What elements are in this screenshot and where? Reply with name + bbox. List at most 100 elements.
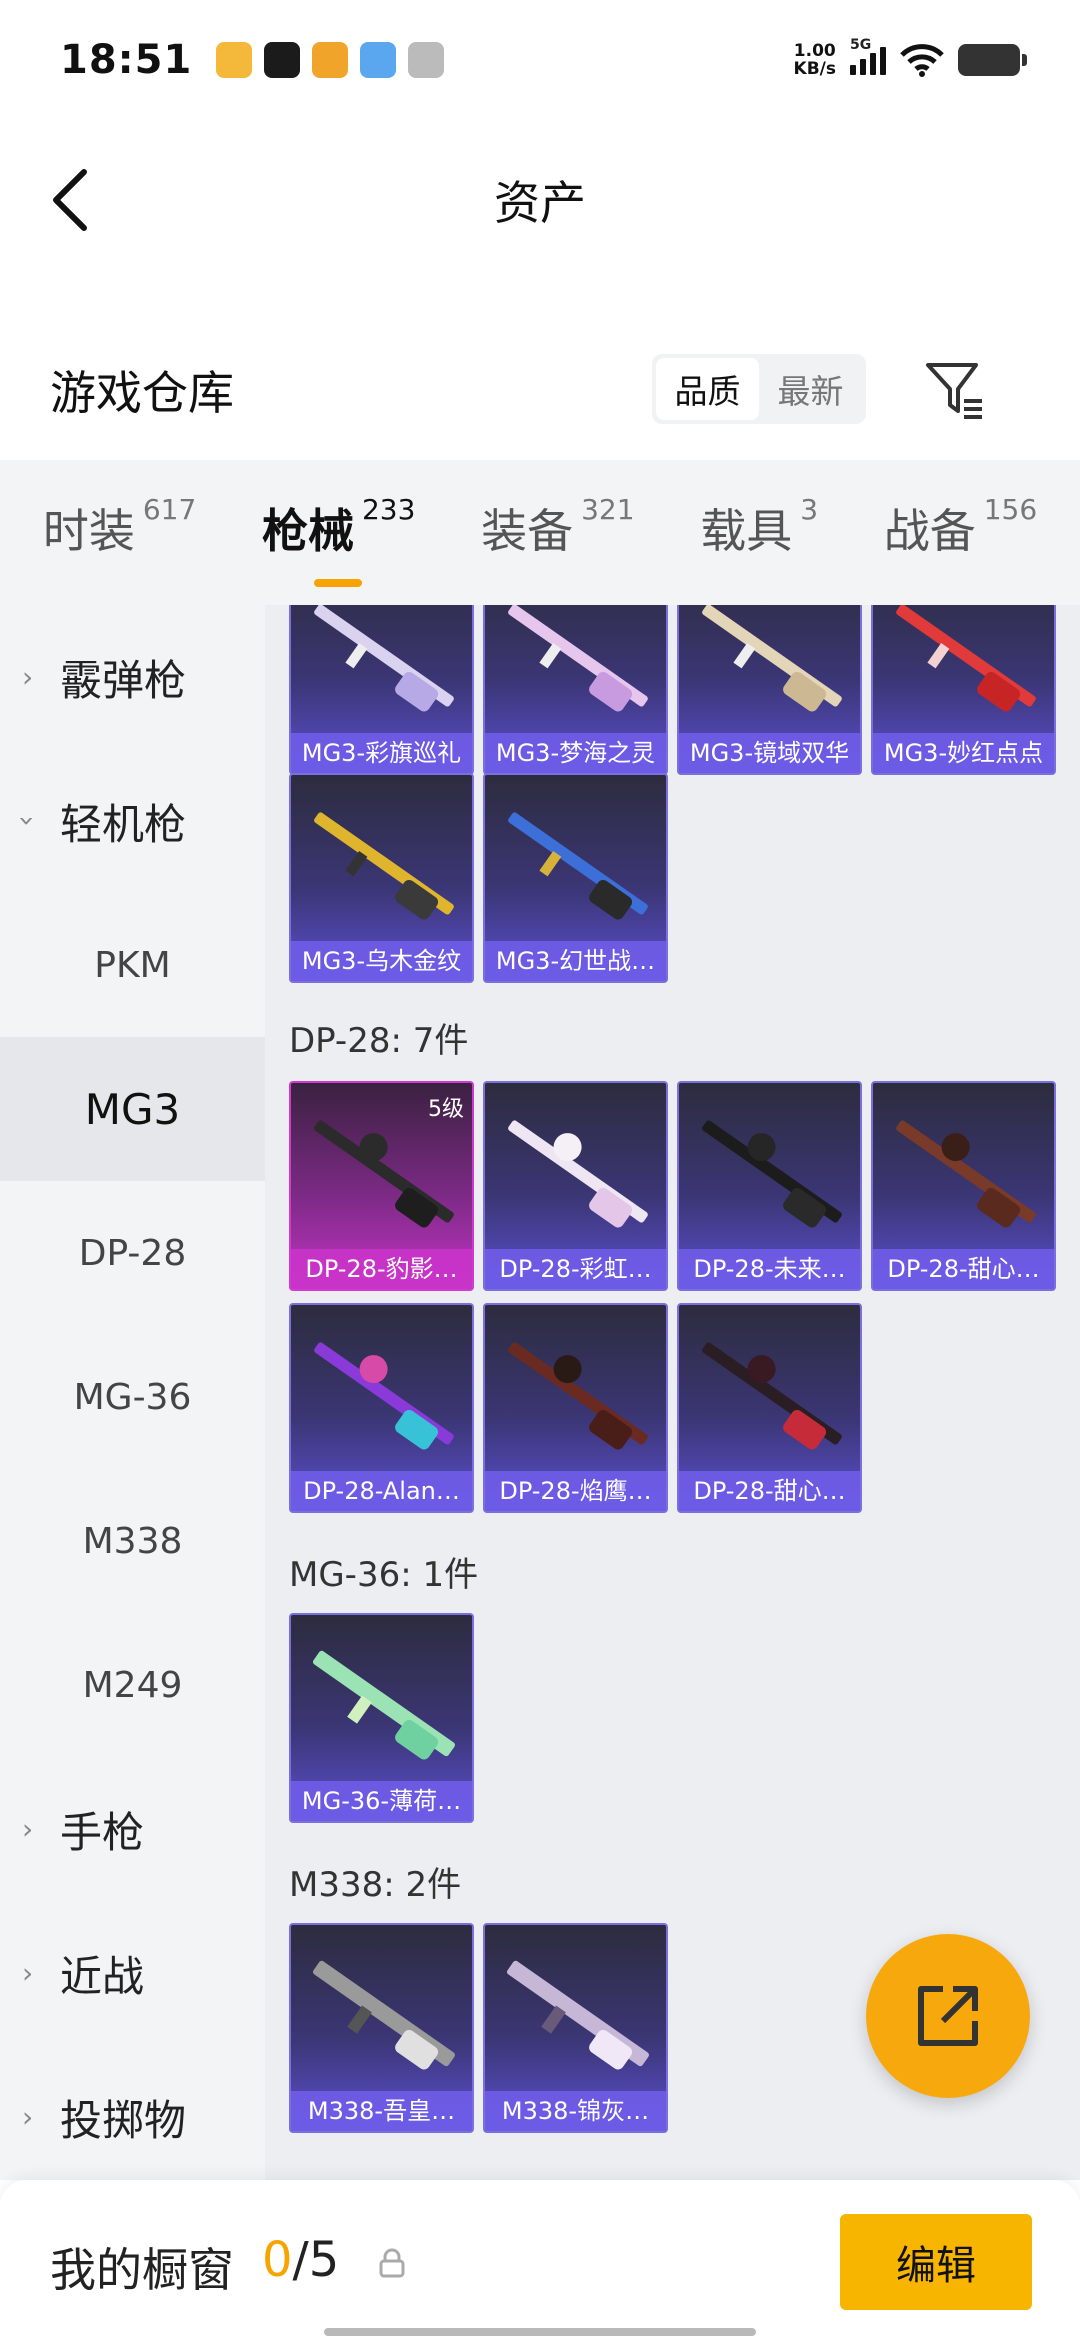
tab-count: 3 <box>800 492 819 526</box>
sidebar-item-pkm[interactable]: PKM <box>0 893 265 1037</box>
weapon-card[interactable]: MG3-乌木金纹 <box>289 773 474 983</box>
sidebar-item-pistol[interactable]: › 手枪 <box>0 1757 265 1901</box>
weapon-name: DP-28-焰鹰… <box>485 1471 666 1511</box>
sidebar-item-m338[interactable]: M338 <box>0 1469 265 1613</box>
weapon-card[interactable]: M338-吾皇… <box>289 1923 474 2133</box>
sidebar-item-label: MG-36 <box>73 1376 192 1418</box>
gun-skin-icon <box>896 605 1036 712</box>
weapon-card[interactable]: M338-锦灰… <box>483 1923 668 2133</box>
sidebar-item-label: 近战 <box>60 1951 145 2001</box>
sidebar-item-shotgun[interactable]: › 霰弹枪 <box>0 605 265 749</box>
weapon-name: MG3-梦海之灵 <box>485 733 666 773</box>
weapon-name: MG3-彩旗巡礼 <box>291 733 472 773</box>
sidebar-item-label: M249 <box>82 1664 183 1706</box>
showcase-count: 0/5 <box>262 2232 339 2288</box>
weapon-card[interactable]: DP-28-甜心… <box>677 1303 862 1513</box>
tab-count: 233 <box>361 492 416 526</box>
sidebar-item-label: 投掷物 <box>60 2095 187 2145</box>
weapon-name: DP-28-甜心… <box>679 1471 860 1511</box>
showcase-label: 我的橱窗 <box>50 2243 234 2297</box>
tab-vehicles[interactable]: 载具 3 <box>700 492 819 571</box>
weapon-type-sidebar: › 霰弹枪 › 轻机枪 PKM MG3 DP-28 MG-36 M338 M24… <box>0 605 265 2180</box>
app-notification-icon <box>264 42 301 78</box>
warehouse-header: 游戏仓库 品质 最新 <box>0 330 1080 450</box>
gun-skin-icon <box>896 1120 1036 1228</box>
weapon-card[interactable]: MG-36-薄荷… <box>289 1613 474 1823</box>
gun-skin-icon <box>508 605 648 712</box>
back-arrow-icon <box>53 169 87 231</box>
weapon-card[interactable]: 5级 DP-28-豹影… <box>289 1081 474 1291</box>
gun-skin-icon <box>314 1342 454 1450</box>
tab-count: 321 <box>581 492 635 526</box>
tab-fashion[interactable]: 时装 617 <box>42 493 196 571</box>
gun-skin-icon <box>702 1342 842 1450</box>
weapon-card[interactable]: DP-28-未来… <box>677 1081 862 1291</box>
sidebar-item-melee[interactable]: › 近战 <box>0 1901 265 2045</box>
filter-icon <box>926 363 982 419</box>
sidebar-item-label: MG3 <box>84 1084 181 1134</box>
sort-newest-button[interactable]: 最新 <box>759 358 862 420</box>
net-speed: 1.00 KB/s <box>794 42 836 78</box>
tab-equipment[interactable]: 装备 321 <box>481 492 635 571</box>
chevron-right-icon: › <box>22 660 34 694</box>
gun-skin-icon <box>508 812 648 920</box>
tab-label: 时装 <box>42 503 135 558</box>
gun-skin-icon <box>508 1342 648 1450</box>
lock-icon <box>379 2248 405 2278</box>
weapon-card[interactable]: MG3-幻世战… <box>483 773 668 983</box>
sidebar-item-lmg[interactable]: › 轻机枪 <box>0 749 265 893</box>
tab-label: 枪械 <box>261 503 354 558</box>
sidebar-item-label: 手枪 <box>60 1807 145 1857</box>
share-button[interactable] <box>866 1934 1030 2098</box>
notification-icons <box>216 42 445 78</box>
weapon-card[interactable]: MG3-梦海之灵 <box>483 605 668 775</box>
weapon-card[interactable]: DP-28-甜心… <box>871 1081 1056 1291</box>
weapon-card[interactable]: DP-28-彩虹… <box>483 1081 668 1291</box>
tab-label: 载具 <box>700 503 793 558</box>
weapon-level-badge: 5级 <box>428 1097 464 1122</box>
tab-supplies[interactable]: 战备 156 <box>883 493 1037 571</box>
weapon-card[interactable]: MG3-镜域双华 <box>677 605 862 775</box>
gun-skin-icon <box>508 1120 648 1228</box>
chevron-right-icon: › <box>22 2100 34 2134</box>
filter-button[interactable] <box>920 352 990 428</box>
share-external-icon <box>918 1986 978 2046</box>
sidebar-item-label: PKM <box>94 944 171 986</box>
signal-icon: 5G <box>850 37 886 75</box>
gun-skin-icon <box>702 1120 842 1228</box>
network-type: 5G <box>850 37 872 53</box>
edit-button[interactable]: 编辑 <box>840 2214 1032 2310</box>
chevron-right-icon: › <box>22 1956 34 1990</box>
showcase-separator: / <box>292 2232 309 2288</box>
sidebar-item-mg36[interactable]: MG-36 <box>0 1325 265 1469</box>
gun-skin-icon <box>314 812 454 920</box>
home-indicator[interactable] <box>324 2328 756 2336</box>
sidebar-item-label: 霰弹枪 <box>60 655 187 705</box>
weapon-name: MG3-妙红点点 <box>873 733 1054 773</box>
weapon-name: DP-28-彩虹… <box>485 1249 666 1289</box>
sidebar-item-throwable[interactable]: › 投掷物 <box>0 2045 265 2189</box>
app-notification-icon <box>216 42 253 78</box>
category-tabs: 时装 617 枪械 233 装备 321 载具 3 战备 156 <box>0 460 1080 605</box>
weapon-card[interactable]: MG3-彩旗巡礼 <box>289 605 474 775</box>
sidebar-item-mg3[interactable]: MG3 <box>0 1037 265 1181</box>
app-notification-icon <box>408 42 445 78</box>
weapon-card[interactable]: DP-28-焰鹰… <box>483 1303 668 1513</box>
back-button[interactable] <box>40 160 100 240</box>
gun-skin-icon <box>312 1650 455 1760</box>
weapon-card[interactable]: DP-28-Alan… <box>289 1303 474 1513</box>
weapon-card[interactable]: MG3-妙红点点 <box>871 605 1056 775</box>
gun-skin-icon <box>312 1960 455 2070</box>
tab-firearms[interactable]: 枪械 233 <box>261 492 416 587</box>
weapon-name: MG3-乌木金纹 <box>291 941 472 981</box>
group-label-dp28: DP-28: 7件 <box>289 1021 469 1061</box>
showcase-bar: 我的橱窗 0/5 编辑 <box>0 2180 1080 2344</box>
status-time: 18:51 <box>60 37 193 83</box>
net-speed-value: 1.00 <box>793 41 836 61</box>
tab-label: 战备 <box>883 503 976 558</box>
sidebar-item-dp28[interactable]: DP-28 <box>0 1181 265 1325</box>
warehouse-title: 游戏仓库 <box>50 366 234 420</box>
page-title: 资产 <box>494 176 586 230</box>
sidebar-item-m249[interactable]: M249 <box>0 1613 265 1757</box>
sort-quality-button[interactable]: 品质 <box>656 358 759 420</box>
